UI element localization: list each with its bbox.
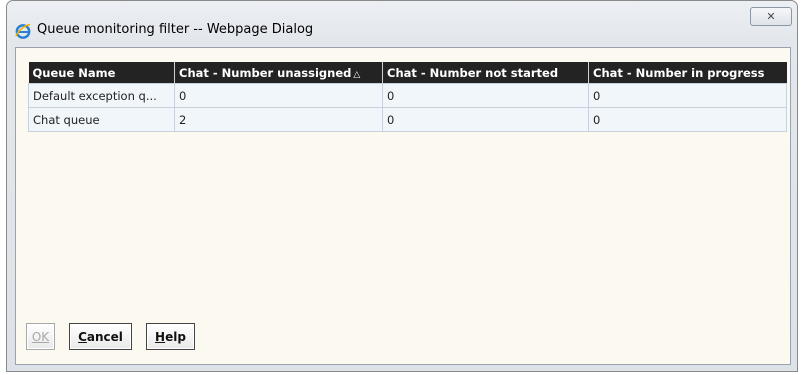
cell-queue-name: Default exception q... xyxy=(28,83,175,108)
cell-number-not-started: 0 xyxy=(382,83,589,108)
internet-explorer-icon xyxy=(15,23,31,39)
table-header-row: Queue Name Chat - Number unassigned △ Cha… xyxy=(28,62,787,84)
cell-queue-name: Chat queue xyxy=(28,107,175,132)
sort-ascending-icon: △ xyxy=(353,69,361,80)
column-header-number-not-started[interactable]: Chat - Number not started xyxy=(382,62,589,84)
queue-table: Queue Name Chat - Number unassigned △ Cha… xyxy=(28,62,787,132)
cell-number-in-progress: 0 xyxy=(588,107,787,132)
cell-number-unassigned: 2 xyxy=(174,107,383,132)
table-row[interactable]: Default exception q... 0 0 0 xyxy=(28,83,787,108)
button-bar: OK Cancel Help xyxy=(26,323,195,350)
dialog-content: Queue Name Chat - Number unassigned △ Cha… xyxy=(15,47,791,365)
dialog-window: Queue monitoring filter -- Webpage Dialo… xyxy=(6,0,798,372)
window-title: Queue monitoring filter -- Webpage Dialo… xyxy=(37,22,314,37)
help-button[interactable]: Help xyxy=(146,323,195,350)
cell-number-unassigned: 0 xyxy=(174,83,383,108)
close-icon: ✕ xyxy=(766,10,776,23)
column-header-number-unassigned[interactable]: Chat - Number unassigned △ xyxy=(174,62,383,84)
cancel-button[interactable]: Cancel xyxy=(69,323,132,350)
cell-number-not-started: 0 xyxy=(382,107,589,132)
column-header-number-in-progress[interactable]: Chat - Number in progress xyxy=(588,62,787,84)
title-bar: Queue monitoring filter -- Webpage Dialo… xyxy=(7,1,797,45)
table-row[interactable]: Chat queue 2 0 0 xyxy=(28,107,787,132)
cell-number-in-progress: 0 xyxy=(588,83,787,108)
ok-button[interactable]: OK xyxy=(26,323,55,350)
column-header-queue-name[interactable]: Queue Name xyxy=(28,62,175,84)
close-button[interactable]: ✕ xyxy=(750,7,792,26)
